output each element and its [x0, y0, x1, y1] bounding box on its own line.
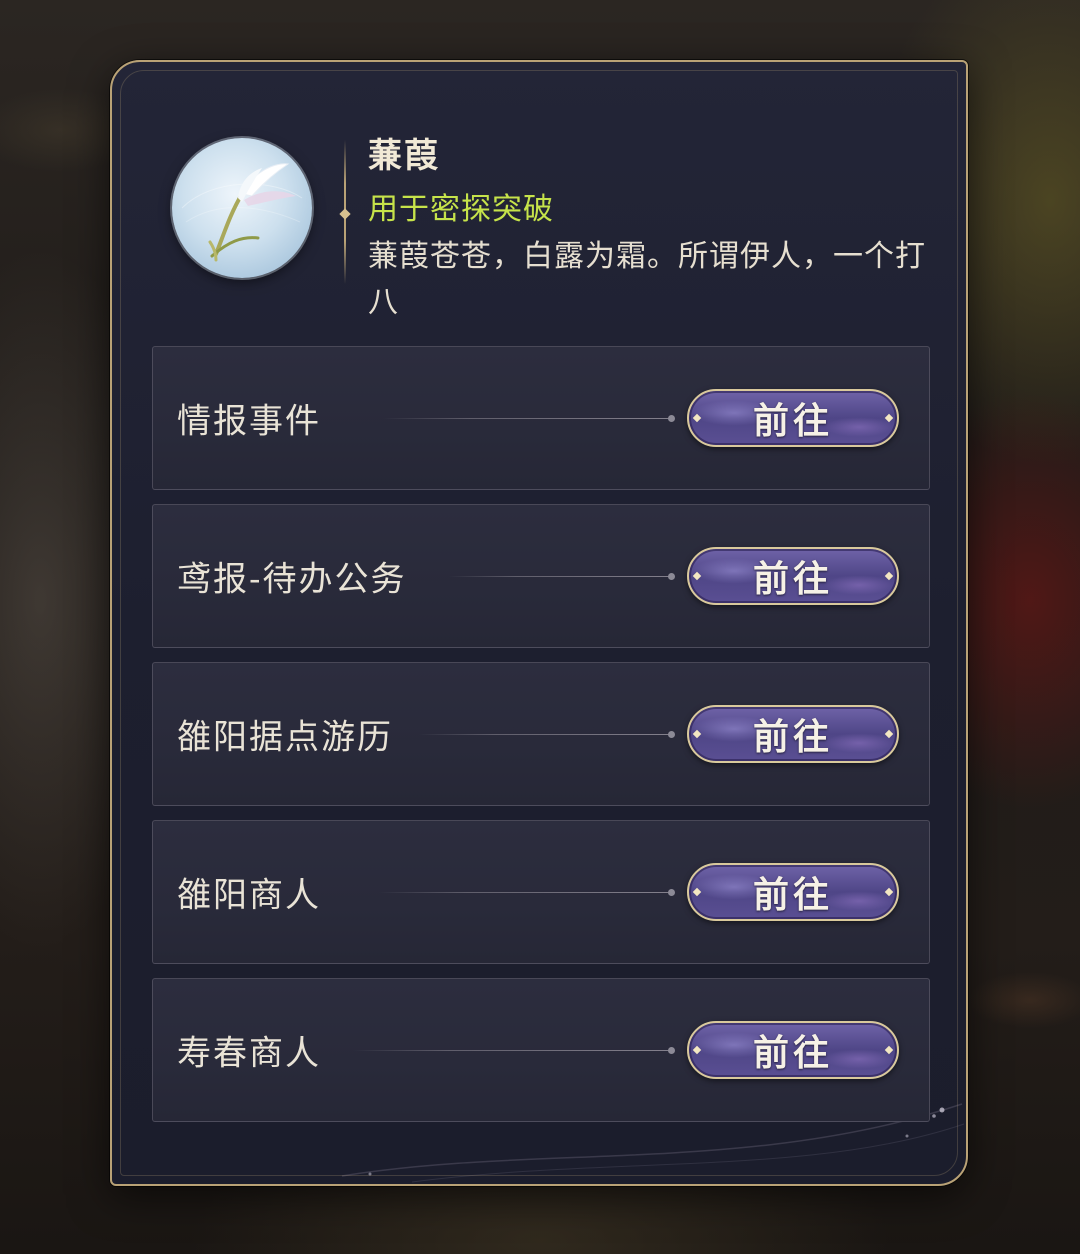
button-ornament-left [692, 1045, 702, 1055]
button-ornament-left [692, 413, 702, 423]
source-connector-line [353, 1047, 675, 1054]
source-label: 寿春商人 [177, 1033, 321, 1074]
go-button-label: 前往 [752, 1032, 833, 1074]
source-row-intel-event: 情报事件 前往 [152, 346, 930, 490]
item-source-panel: 蒹葭 用于密探突破 蒹葭苍苍，白露为霜。所谓伊人，一个打八 情报事件 前往 鸢报… [110, 60, 968, 1186]
go-button[interactable]: 前往 [687, 705, 899, 763]
item-icon [172, 138, 312, 278]
go-button-label: 前往 [752, 558, 833, 600]
reed-feather-icon [181, 163, 303, 262]
button-ornament-left [692, 887, 702, 897]
button-ornament-right [884, 887, 894, 897]
go-button-label: 前往 [752, 400, 833, 442]
source-label: 雒阳商人 [177, 875, 321, 916]
source-label: 鸢报-待办公务 [177, 559, 407, 600]
go-button[interactable]: 前往 [687, 863, 899, 921]
source-connector-line [379, 889, 675, 896]
item-name: 蒹葭 [368, 136, 440, 176]
source-label: 情报事件 [177, 401, 321, 442]
source-row-luoyang-merchant: 雒阳商人 前往 [152, 820, 930, 964]
go-button[interactable]: 前往 [687, 547, 899, 605]
source-row-luoyang-travel: 雒阳据点游历 前往 [152, 662, 930, 806]
button-ornament-right [884, 729, 894, 739]
button-ornament-left [692, 571, 702, 581]
source-connector-line [449, 573, 675, 580]
info-divider-ornament [339, 208, 351, 220]
source-row-kite-report: 鸢报-待办公务 前往 [152, 504, 930, 648]
button-ornament-right [884, 413, 894, 423]
button-ornament-left [692, 729, 702, 739]
go-button[interactable]: 前往 [687, 389, 899, 447]
go-button-label: 前往 [752, 874, 833, 916]
item-description: 蒹葭苍苍，白露为霜。所谓伊人，一个打八 [368, 239, 926, 320]
source-label: 雒阳据点游历 [177, 717, 393, 758]
button-ornament-right [884, 571, 894, 581]
go-button[interactable]: 前往 [687, 1021, 899, 1079]
source-connector-line [419, 731, 675, 738]
button-ornament-right [884, 1045, 894, 1055]
item-usage: 用于密探突破 [368, 192, 554, 227]
source-connector-line [383, 415, 675, 422]
go-button-label: 前往 [752, 716, 833, 758]
source-row-shouchun-merchant: 寿春商人 前往 [152, 978, 930, 1122]
source-list: 情报事件 前往 鸢报-待办公务 前往 雒阳据点游历 前往 雒阳商人 前往 寿春商… [152, 346, 930, 1136]
